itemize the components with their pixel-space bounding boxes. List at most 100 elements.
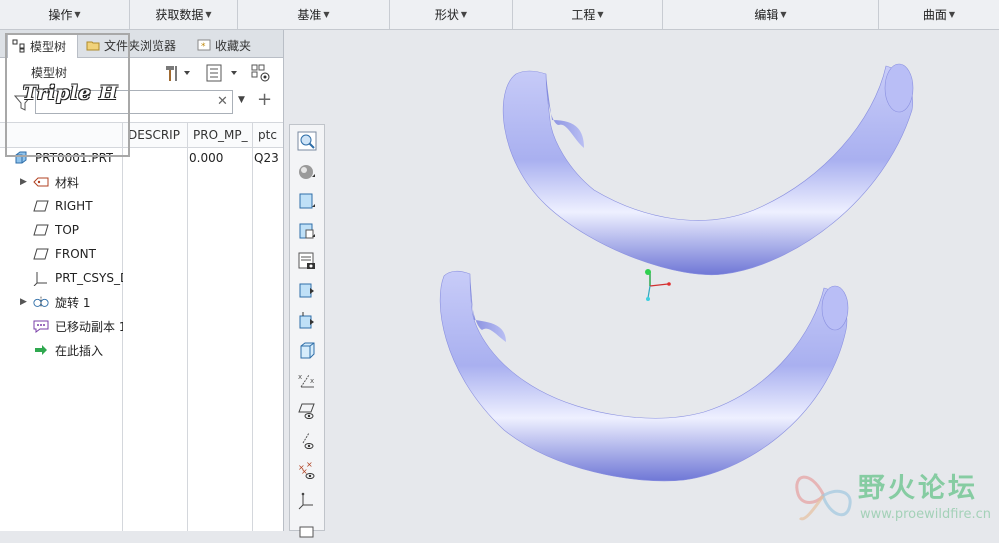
tree-item-label: 已移动副本 1: [55, 319, 123, 334]
snapshot-button[interactable]: [295, 249, 319, 273]
insert-arrow-icon: [33, 342, 49, 358]
part-icon: [13, 150, 29, 166]
csys-display-icon: [298, 492, 313, 510]
tree-item-material[interactable]: ▶ 材料: [0, 170, 283, 194]
csys-display-button[interactable]: [295, 489, 319, 513]
tree-item-datum-plane-front[interactable]: FRONT: [0, 242, 283, 266]
tree-item-datum-plane-right[interactable]: RIGHT: [0, 194, 283, 218]
graphics-window[interactable]: [284, 30, 999, 531]
axis-display-button[interactable]: [295, 429, 319, 453]
point-display-button[interactable]: × × ×: [295, 459, 319, 483]
chevron-down-icon[interactable]: ▼: [238, 95, 245, 105]
tab-model-tree[interactable]: 模型树: [7, 33, 78, 58]
orient-mode-button[interactable]: [295, 309, 319, 333]
axis-display-icon: [302, 432, 314, 449]
ribbon-group-label: 工程: [571, 8, 596, 22]
cube-arrow-icon: [299, 283, 314, 298]
spin-center-button[interactable]: [295, 279, 319, 303]
butterfly-logo-icon: [795, 475, 852, 521]
datum-display-icon: xx: [298, 373, 314, 388]
view-manager-icon: [299, 223, 315, 239]
tree-item-part[interactable]: PRT0001.PRT 0.000 Q23: [0, 146, 283, 170]
tree-item-label: PRT_CSYS_D: [55, 271, 123, 285]
revolve-icon: [33, 294, 49, 310]
ribbon-group-bar: 操作 ▼ 获取数据 ▼ 基准 ▼ 形状 ▼ 工程 ▼ 编辑 ▼ 曲面 ▼: [0, 0, 999, 30]
tab-folder-browser[interactable]: 文件夹浏览器: [82, 33, 188, 57]
tree-column-header: DESCRIP PRO_MP_ ptc: [0, 122, 283, 148]
tree-item-moved-copy[interactable]: 已移动副本 1: [0, 314, 283, 338]
chevron-down-icon: ▼: [948, 10, 956, 19]
datum-plane-icon: [33, 222, 49, 238]
tree-item-label: 材料: [55, 175, 80, 190]
tree-cell-ptc: Q23: [254, 151, 279, 165]
view-manager-button[interactable]: [295, 219, 319, 243]
ribbon-group-label: 曲面: [922, 8, 947, 22]
ribbon-group-surfaces[interactable]: 曲面 ▼: [879, 0, 999, 29]
moved-copy-icon: [33, 318, 49, 334]
chevron-down-icon: ▼: [597, 10, 604, 19]
settings-tools-button[interactable]: [163, 63, 193, 83]
svg-text:*: *: [201, 42, 206, 52]
grid-visibility-icon: [251, 64, 270, 82]
svg-text:x: x: [298, 373, 302, 381]
tree-cell-pro-mp: 0.000: [189, 151, 224, 165]
annotation-display-button[interactable]: [295, 519, 319, 543]
tree-label: 模型树: [31, 66, 68, 80]
column-header-description[interactable]: DESCRIP: [122, 123, 187, 147]
tree-item-label: PRT0001.PRT: [35, 151, 114, 165]
tree-item-revolve[interactable]: ▶ 旋转 1: [0, 290, 283, 314]
navigator-tabs: 模型树 文件夹浏览器 * 收藏夹: [0, 30, 283, 58]
tree-item-datum-plane-top[interactable]: TOP: [0, 218, 283, 242]
ribbon-group-datum[interactable]: 基准 ▼: [238, 0, 390, 29]
annotation-icon: [299, 526, 314, 538]
expand-arrow-icon[interactable]: ▶: [20, 297, 28, 307]
ribbon-group-label: 获取数据: [155, 8, 204, 22]
chevron-down-icon: ▼: [780, 10, 787, 19]
folder-icon: [86, 41, 100, 51]
column-header-pro-mp[interactable]: PRO_MP_: [187, 123, 252, 147]
datum-display-button[interactable]: xx: [295, 369, 319, 393]
tab-favorites[interactable]: * 收藏夹: [193, 33, 265, 57]
favorites-icon: *: [197, 39, 211, 52]
ribbon-group-label: 编辑: [754, 8, 779, 22]
ribbon-group-shapes[interactable]: 形状 ▼: [390, 0, 513, 29]
ribbon-group-get-data[interactable]: 获取数据 ▼: [130, 0, 238, 29]
datum-plane-icon: [33, 246, 49, 262]
ribbon-group-operations[interactable]: 操作 ▼: [0, 0, 130, 29]
tab-label: 模型树: [30, 39, 67, 54]
watermark-text: Triple H: [23, 82, 119, 104]
show-options-button[interactable]: [205, 63, 241, 83]
expand-arrow-icon[interactable]: ▶: [20, 177, 28, 187]
tree-item-insert-here[interactable]: 在此插入: [0, 338, 283, 362]
tree-item-label: TOP: [55, 223, 80, 237]
ribbon-group-label: 操作: [48, 8, 73, 22]
datum-plane-icon: [33, 198, 49, 214]
navigator-panel: 模型树 文件夹浏览器 * 收藏夹 模型树 ✕ ▼ + DESCRIP PRO_M…: [0, 30, 284, 531]
view-toolbar: xx × × ×: [289, 124, 325, 538]
upper-ring-body: [502, 63, 914, 276]
tree-item-csys[interactable]: PRT_CSYS_D: [0, 266, 283, 290]
cube-down-arrow-icon: [299, 312, 314, 329]
filter-settings-button[interactable]: [250, 63, 274, 83]
shaded-sphere-icon: [299, 165, 315, 179]
material-icon: [33, 174, 49, 190]
saved-orientations-button[interactable]: [295, 189, 319, 213]
chevron-down-icon: ▼: [323, 10, 330, 19]
camera-list-icon: [298, 252, 315, 269]
add-filter-icon[interactable]: +: [257, 89, 272, 110]
model-viewport: [439, 63, 914, 482]
tree-item-label: RIGHT: [55, 199, 93, 213]
ribbon-group-engineering[interactable]: 工程 ▼: [513, 0, 663, 29]
display-style-button[interactable]: [295, 159, 319, 183]
model-tree: PRT0001.PRT 0.000 Q23 ▶ 材料 RIGHT TOP FRO…: [0, 146, 283, 531]
perspective-view-button[interactable]: [295, 339, 319, 363]
tab-label: 收藏夹: [215, 38, 252, 53]
tab-label: 文件夹浏览器: [104, 38, 177, 53]
plane-display-button[interactable]: [295, 399, 319, 423]
svg-text:x: x: [310, 377, 314, 385]
tree-item-label: 在此插入: [55, 343, 104, 358]
column-header-ptc[interactable]: ptc: [252, 123, 283, 147]
refit-button[interactable]: [295, 129, 319, 153]
clear-icon[interactable]: ✕: [217, 94, 228, 109]
ribbon-group-editing[interactable]: 编辑 ▼: [663, 0, 879, 29]
